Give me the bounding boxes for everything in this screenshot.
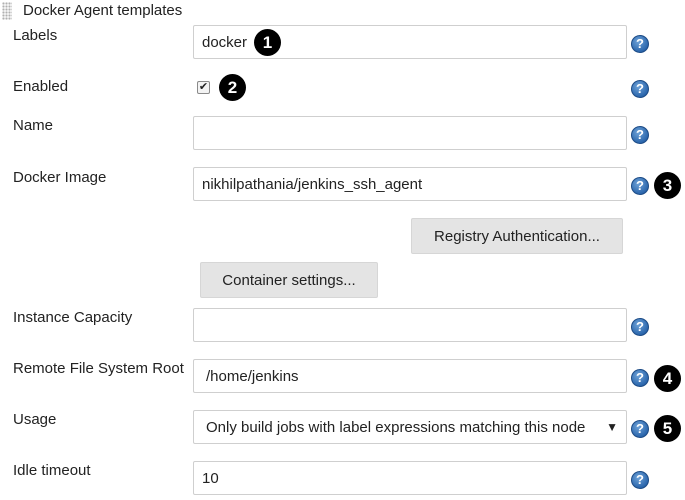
help-icon-idle-timeout[interactable]: ? [631, 471, 649, 489]
help-icon-name[interactable]: ? [631, 126, 649, 144]
callout-3: 3 [654, 172, 681, 199]
docker-image-input[interactable] [193, 167, 627, 201]
docker-image-label: Docker Image [13, 169, 107, 186]
drag-handle[interactable] [2, 2, 12, 20]
instance-capacity-input[interactable] [193, 308, 627, 342]
idle-timeout-label: Idle timeout [13, 462, 91, 479]
dropdown-arrow-icon: ▼ [606, 420, 618, 434]
help-icon-docker-image[interactable]: ? [631, 177, 649, 195]
instance-capacity-label: Instance Capacity [13, 309, 133, 326]
remote-fs-root-label: Remote File System Root [13, 360, 184, 377]
callout-5: 5 [654, 415, 681, 442]
help-icon-remote-fs-root[interactable]: ? [631, 369, 649, 387]
registry-authentication-button[interactable]: Registry Authentication... [411, 218, 623, 254]
help-icon-usage[interactable]: ? [631, 420, 649, 438]
usage-select[interactable]: Only build jobs with label expressions m… [193, 410, 627, 444]
name-input[interactable] [193, 116, 627, 150]
container-settings-button[interactable]: Container settings... [200, 262, 378, 298]
name-label: Name [13, 117, 54, 134]
help-icon-enabled[interactable]: ? [631, 80, 649, 98]
callout-2: 2 [219, 74, 246, 101]
remote-fs-root-input[interactable] [193, 359, 627, 393]
help-icon-instance-capacity[interactable]: ? [631, 318, 649, 336]
enabled-checkbox[interactable]: ✔ [197, 81, 210, 94]
callout-1: 1 [254, 29, 281, 56]
section-title: Docker Agent templates [23, 2, 183, 19]
labels-label: Labels [13, 27, 58, 44]
idle-timeout-input[interactable] [193, 461, 627, 495]
help-icon-labels[interactable]: ? [631, 35, 649, 53]
usage-selected-value: Only build jobs with label expressions m… [206, 418, 586, 436]
enabled-label: Enabled [13, 78, 69, 95]
usage-label: Usage [13, 411, 57, 428]
callout-4: 4 [654, 365, 681, 392]
